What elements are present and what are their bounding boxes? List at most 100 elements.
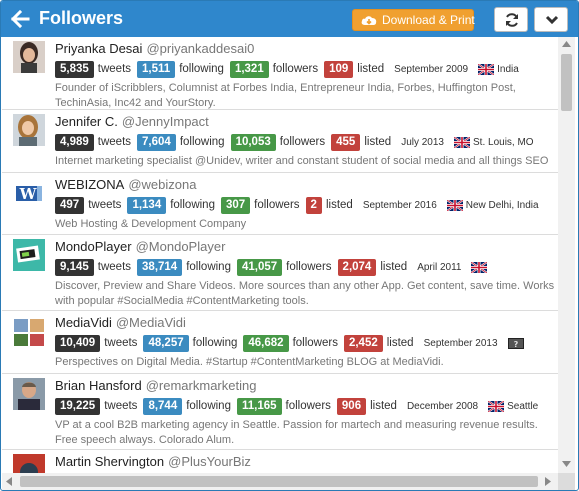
svg-text:W: W bbox=[19, 185, 38, 203]
followers-count-badge[interactable]: 11,165 bbox=[236, 398, 282, 415]
location-text: St. Louis, MO bbox=[473, 137, 534, 148]
listed-label: listed bbox=[380, 261, 408, 273]
listed-label: listed bbox=[386, 337, 414, 349]
avatar[interactable]: W bbox=[13, 177, 45, 209]
following-label: following bbox=[186, 400, 231, 412]
tweets-label: tweets bbox=[104, 400, 138, 412]
horizontal-scrollbar[interactable] bbox=[2, 473, 558, 490]
follower-row[interactable]: MediaVidi @MediaVidi 10,409 tweets 48,257 fo… bbox=[2, 311, 558, 374]
follower-stats: 4,989 tweets 7,604 following 10,053 followers… bbox=[55, 134, 534, 152]
horizontal-scroll-thumb[interactable] bbox=[20, 476, 538, 487]
following-count-badge[interactable]: 1,511 bbox=[137, 61, 176, 78]
follower-bio: Founder of iScribblers, Columnist at For… bbox=[55, 82, 516, 109]
scroll-up-arrow-icon[interactable] bbox=[562, 41, 571, 47]
following-count-badge[interactable]: 8,744 bbox=[143, 398, 183, 415]
scroll-down-arrow-icon[interactable] bbox=[562, 461, 571, 467]
vertical-scrollbar[interactable] bbox=[558, 37, 575, 473]
joined-date: December 2008 bbox=[406, 401, 479, 412]
follower-row[interactable]: Priyanka Desai @priyankaddesai0 5,835 twee… bbox=[2, 37, 558, 110]
tweets-label: tweets bbox=[88, 199, 122, 211]
follower-stats: 10,409 tweets 48,257 following 46,682 followe… bbox=[55, 335, 527, 353]
followers-panel: Followers Download & Print Priyanka Desa… bbox=[0, 0, 579, 491]
location-text: Seattle bbox=[507, 401, 539, 412]
followers-count-badge[interactable]: 307 bbox=[220, 197, 251, 214]
following-count-badge[interactable]: 1,134 bbox=[127, 197, 167, 214]
refresh-button[interactable] bbox=[494, 7, 528, 32]
unknown-flag-icon: ? bbox=[507, 338, 524, 349]
tweets-count-badge[interactable]: 9,145 bbox=[55, 259, 94, 276]
joined-date: July 2013 bbox=[401, 137, 444, 148]
followers-label: followers bbox=[286, 261, 332, 273]
follower-handle: @remarkmarketing bbox=[145, 378, 257, 393]
avatar[interactable] bbox=[13, 378, 45, 410]
listed-count-badge[interactable]: 2,452 bbox=[343, 335, 383, 352]
follower-bio: Web Hosting & Development Company bbox=[55, 218, 247, 230]
follower-stats: 5,835 tweets 1,511 following 1,321 followers 1… bbox=[55, 61, 519, 79]
tweets-count-badge[interactable]: 19,225 bbox=[55, 398, 101, 415]
follower-handle: @MondoPlayer bbox=[135, 239, 226, 254]
following-count-badge[interactable]: 48,257 bbox=[143, 335, 189, 352]
avatar[interactable] bbox=[13, 41, 45, 73]
back-arrow-icon[interactable] bbox=[9, 8, 31, 30]
tweets-count-badge[interactable]: 497 bbox=[55, 197, 85, 214]
tweets-count-badge[interactable]: 4,989 bbox=[55, 134, 94, 151]
avatar[interactable] bbox=[13, 315, 45, 347]
followers-label: followers bbox=[254, 199, 300, 211]
dropdown-button[interactable] bbox=[534, 7, 568, 32]
cloud-download-icon bbox=[361, 16, 377, 25]
avatar[interactable] bbox=[13, 239, 45, 271]
listed-count-badge[interactable]: 906 bbox=[336, 398, 367, 415]
avatar[interactable] bbox=[13, 454, 45, 473]
vertical-scroll-thumb[interactable] bbox=[561, 54, 572, 111]
follower-name[interactable]: Priyanka Desai bbox=[55, 41, 142, 56]
following-label: following bbox=[179, 136, 225, 148]
tweets-label: tweets bbox=[97, 261, 132, 273]
listed-count-badge[interactable]: 2,074 bbox=[337, 259, 377, 276]
listed-count-badge[interactable]: 109 bbox=[324, 61, 354, 78]
joined-date: September 2016 bbox=[362, 200, 437, 211]
follower-stats: 497 tweets 1,134 following 307 followers 2 list… bbox=[55, 197, 539, 215]
avatar[interactable] bbox=[13, 114, 45, 146]
following-count-badge[interactable]: 38,714 bbox=[137, 259, 183, 276]
download-print-button[interactable]: Download & Print bbox=[352, 9, 475, 31]
scroll-left-arrow-icon[interactable] bbox=[6, 477, 12, 486]
listed-label: listed bbox=[364, 136, 392, 148]
follower-row[interactable]: W WEBIZONA @webizona 497 tweets 1,134 follow… bbox=[2, 173, 558, 235]
follower-row[interactable]: Martin Shervington @PlusYourBiz bbox=[2, 450, 558, 473]
follower-handle: @PlusYourBiz bbox=[168, 454, 251, 469]
flag-icon bbox=[446, 200, 463, 211]
location-text: New Delhi, India bbox=[465, 200, 539, 211]
follower-name[interactable]: WEBIZONA bbox=[55, 177, 124, 192]
following-label: following bbox=[179, 63, 224, 75]
follower-name[interactable]: MondoPlayer bbox=[55, 239, 132, 254]
listed-count-badge[interactable]: 455 bbox=[331, 134, 361, 151]
listed-label: listed bbox=[357, 63, 385, 75]
follower-name[interactable]: Brian Hansford bbox=[55, 378, 142, 393]
followers-list[interactable]: Priyanka Desai @priyankaddesai0 5,835 twee… bbox=[2, 37, 558, 473]
followers-label: followers bbox=[279, 136, 326, 148]
scroll-right-arrow-icon[interactable] bbox=[545, 477, 551, 486]
tweets-count-badge[interactable]: 10,409 bbox=[55, 335, 101, 352]
follower-row[interactable]: Brian Hansford @remarkmarketing 19,225 twe… bbox=[2, 374, 558, 450]
follower-name[interactable]: Martin Shervington bbox=[55, 454, 164, 469]
header-bar: Followers Download & Print bbox=[1, 1, 578, 37]
followers-count-badge[interactable]: 46,682 bbox=[243, 335, 289, 352]
followers-count-badge[interactable]: 41,057 bbox=[236, 259, 283, 276]
followers-label: followers bbox=[272, 63, 319, 75]
follower-row[interactable]: Jennifer C. @JennyImpact 4,989 tweets 7,604… bbox=[2, 110, 558, 173]
joined-date: September 2013 bbox=[423, 338, 498, 349]
following-label: following bbox=[192, 337, 238, 349]
followers-count-badge[interactable]: 10,053 bbox=[230, 134, 276, 151]
tweets-label: tweets bbox=[104, 337, 138, 349]
listed-count-badge[interactable]: 2 bbox=[305, 197, 322, 214]
followers-count-badge[interactable]: 1,321 bbox=[229, 61, 269, 78]
following-count-badge[interactable]: 7,604 bbox=[137, 134, 176, 151]
following-label: following bbox=[186, 261, 231, 273]
follower-handle: @webizona bbox=[128, 177, 197, 192]
follower-row[interactable]: MondoPlayer @MondoPlayer 9,145 tweets 38,71… bbox=[2, 235, 558, 311]
follower-name[interactable]: MediaVidi bbox=[55, 315, 112, 330]
tweets-count-badge[interactable]: 5,835 bbox=[55, 61, 94, 78]
follower-name[interactable]: Jennifer C. bbox=[55, 114, 118, 129]
follower-bio: VP at a cool B2B marketing agency in Sea… bbox=[55, 419, 538, 446]
download-print-label: Download & Print bbox=[382, 13, 475, 27]
